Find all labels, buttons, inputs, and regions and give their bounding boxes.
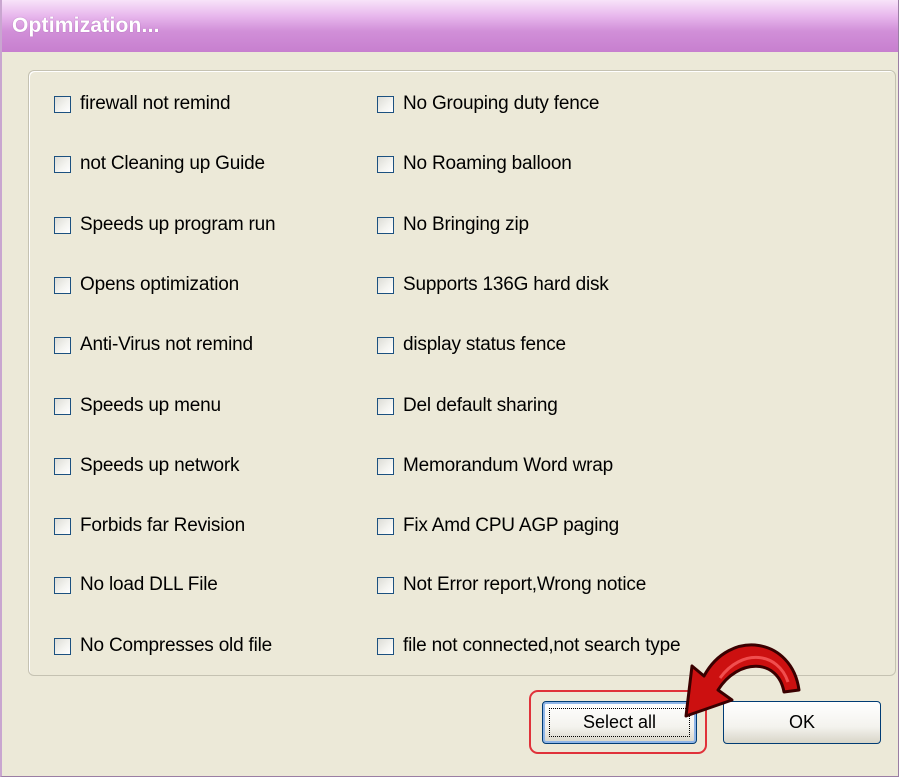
checkbox-box[interactable] bbox=[377, 637, 394, 655]
option-checkbox-left-7[interactable]: Speeds up network bbox=[54, 451, 239, 481]
checkbox-box[interactable] bbox=[54, 637, 71, 655]
checkbox-box[interactable] bbox=[377, 457, 394, 475]
select-all-button[interactable]: Select all bbox=[542, 701, 697, 744]
option-checkbox-right-9[interactable]: Not Error report,Wrong notice bbox=[377, 570, 646, 600]
option-checkbox-right-3[interactable]: No Bringing zip bbox=[377, 210, 529, 240]
option-checkbox-left-9[interactable]: No load DLL File bbox=[54, 570, 218, 600]
option-label: Del default sharing bbox=[403, 395, 558, 416]
checkbox-box[interactable] bbox=[377, 155, 394, 173]
checkbox-box[interactable] bbox=[377, 397, 394, 415]
checkbox-box[interactable] bbox=[377, 576, 394, 594]
option-label: Fix Amd CPU AGP paging bbox=[403, 515, 619, 536]
option-label: No Roaming balloon bbox=[403, 153, 572, 174]
option-label: firewall not remind bbox=[80, 93, 231, 114]
option-label: Speeds up program run bbox=[80, 214, 276, 235]
checkbox-box[interactable] bbox=[54, 95, 71, 113]
option-checkbox-left-5[interactable]: Anti-Virus not remind bbox=[54, 330, 253, 360]
option-checkbox-right-2[interactable]: No Roaming balloon bbox=[377, 149, 572, 179]
option-label: Anti-Virus not remind bbox=[80, 334, 253, 355]
option-checkbox-right-8[interactable]: Fix Amd CPU AGP paging bbox=[377, 511, 619, 541]
select-all-label: Select all bbox=[582, 712, 657, 732]
option-label: Speeds up network bbox=[80, 455, 240, 476]
checkbox-box[interactable] bbox=[54, 155, 71, 173]
option-checkbox-left-1[interactable]: firewall not remind bbox=[54, 89, 231, 119]
option-label: Not Error report,Wrong notice bbox=[403, 574, 647, 595]
checkbox-box[interactable] bbox=[54, 517, 71, 535]
option-checkbox-right-1[interactable]: No Grouping duty fence bbox=[377, 89, 599, 119]
option-checkbox-left-10[interactable]: No Compresses old file bbox=[54, 631, 272, 661]
option-label: Memorandum Word wrap bbox=[403, 455, 614, 476]
option-checkbox-right-6[interactable]: Del default sharing bbox=[377, 391, 558, 421]
window-title: Optimization... bbox=[12, 14, 160, 37]
checkbox-box[interactable] bbox=[377, 216, 394, 234]
checkbox-box[interactable] bbox=[54, 457, 71, 475]
option-checkbox-left-6[interactable]: Speeds up menu bbox=[54, 391, 221, 421]
optimization-dialog: Optimization... firewall not remind not C… bbox=[0, 0, 899, 777]
option-label: Opens optimization bbox=[80, 274, 240, 295]
checkbox-box[interactable] bbox=[377, 336, 394, 354]
option-checkbox-left-8[interactable]: Forbids far Revision bbox=[54, 511, 245, 541]
checkbox-box[interactable] bbox=[54, 216, 71, 234]
option-label: file not connected,not search type bbox=[403, 635, 681, 656]
option-label: No Bringing zip bbox=[403, 214, 529, 235]
checkbox-box[interactable] bbox=[54, 336, 71, 354]
option-label: display status fence bbox=[403, 334, 566, 355]
option-checkbox-right-4[interactable]: Supports 136G hard disk bbox=[377, 270, 609, 300]
option-label: Forbids far Revision bbox=[80, 515, 245, 536]
option-label: Speeds up menu bbox=[80, 395, 221, 416]
checkbox-box[interactable] bbox=[377, 517, 394, 535]
option-checkbox-right-7[interactable]: Memorandum Word wrap bbox=[377, 451, 613, 481]
checkbox-box[interactable] bbox=[54, 276, 71, 294]
option-label: No Compresses old file bbox=[80, 635, 273, 656]
option-label: No Grouping duty fence bbox=[403, 93, 600, 114]
option-label: Supports 136G hard disk bbox=[403, 274, 609, 295]
checkbox-box[interactable] bbox=[377, 95, 394, 113]
checkbox-box[interactable] bbox=[54, 397, 71, 415]
option-checkbox-left-2[interactable]: not Cleaning up Guide bbox=[54, 149, 265, 179]
title-bar[interactable]: Optimization... bbox=[2, 0, 898, 52]
checkbox-box[interactable] bbox=[377, 276, 394, 294]
checkbox-box[interactable] bbox=[54, 576, 71, 594]
option-checkbox-left-3[interactable]: Speeds up program run bbox=[54, 210, 276, 240]
option-checkbox-left-4[interactable]: Opens optimization bbox=[54, 270, 239, 300]
option-label: No load DLL File bbox=[80, 574, 218, 595]
ok-button[interactable]: OK bbox=[723, 701, 881, 744]
option-checkbox-right-10[interactable]: file not connected,not search type bbox=[377, 631, 681, 661]
option-label: not Cleaning up Guide bbox=[80, 153, 265, 174]
option-checkbox-right-5[interactable]: display status fence bbox=[377, 330, 566, 360]
ok-label: OK bbox=[788, 712, 815, 732]
